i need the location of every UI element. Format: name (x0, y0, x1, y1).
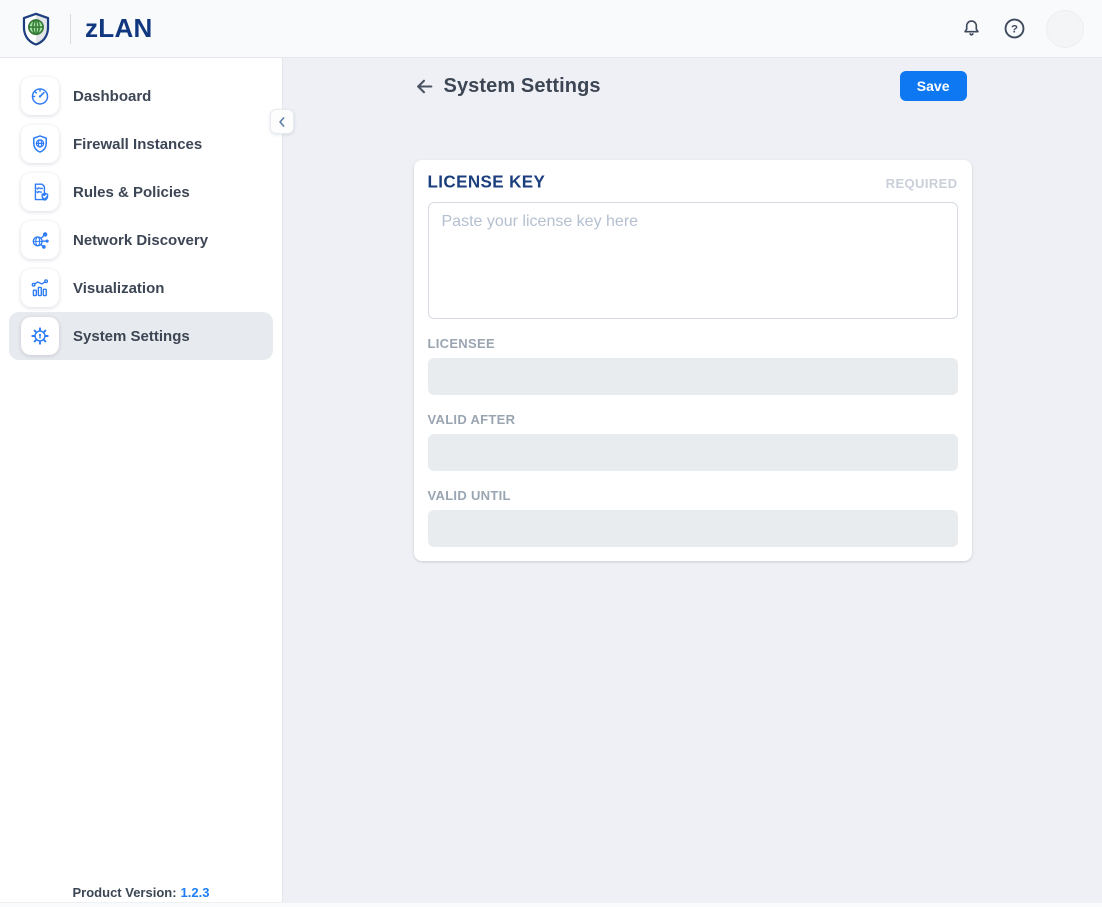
license-key-title: LICENSE KEY (428, 172, 546, 193)
logo-divider (70, 14, 71, 44)
save-button[interactable]: Save (900, 71, 967, 101)
sidebar-item-visualization[interactable]: Visualization (9, 264, 273, 312)
product-version-value: 1.2.3 (181, 885, 210, 900)
sidebar-item-rules-policies[interactable]: Rules & Policies (9, 168, 273, 216)
sidebar-item-label: Visualization (73, 280, 164, 297)
bar-line-chart-icon (21, 269, 59, 307)
sidebar-item-label: Dashboard (73, 88, 151, 105)
sidebar-item-label: System Settings (73, 328, 190, 345)
shield-globe-icon (21, 125, 59, 163)
valid-after-field-group: VALID AFTER (428, 412, 958, 471)
valid-after-input (428, 434, 958, 471)
product-version-label: Product Version: (73, 885, 177, 900)
license-key-textarea[interactable] (428, 202, 958, 319)
valid-until-input (428, 510, 958, 547)
sidebar-item-dashboard[interactable]: Dashboard (9, 72, 273, 120)
gauge-icon (21, 77, 59, 115)
sidebar: Dashboard Firewall Instances (0, 58, 283, 907)
page-title: System Settings (444, 75, 601, 98)
svg-text:?: ? (1011, 23, 1018, 35)
horizontal-scrollbar-track[interactable] (0, 902, 1102, 907)
sidebar-item-network-discovery[interactable]: Network Discovery (9, 216, 273, 264)
user-avatar[interactable] (1046, 10, 1084, 48)
chevron-left-icon (274, 114, 290, 130)
bell-icon[interactable] (960, 17, 983, 40)
valid-until-field-group: VALID UNTIL (428, 488, 958, 547)
sidebar-item-label: Firewall Instances (73, 136, 202, 153)
shield-globe-logo-icon (16, 8, 56, 50)
back-button[interactable] (414, 76, 435, 97)
sidebar-item-label: Network Discovery (73, 232, 208, 249)
product-version: Product Version: 1.2.3 (0, 885, 282, 900)
licensee-label: LICENSEE (428, 336, 958, 351)
license-key-card: LICENSE KEY REQUIRED LICENSEE VALID AFTE… (414, 160, 972, 561)
top-header: zLAN ? (0, 0, 1102, 58)
gear-icon (21, 317, 59, 355)
valid-after-label: VALID AFTER (428, 412, 958, 427)
sidebar-item-label: Rules & Policies (73, 184, 190, 201)
sidebar-item-system-settings[interactable]: System Settings (9, 312, 273, 360)
licensee-input (428, 358, 958, 395)
licensee-field-group: LICENSEE (428, 336, 958, 395)
valid-until-label: VALID UNTIL (428, 488, 958, 503)
arrow-left-icon (414, 76, 435, 97)
help-icon[interactable]: ? (1002, 16, 1027, 41)
sidebar-collapse-button[interactable] (270, 109, 294, 134)
checklist-shield-icon (21, 173, 59, 211)
sidebar-item-firewall-instances[interactable]: Firewall Instances (9, 120, 273, 168)
required-badge: REQUIRED (886, 176, 958, 191)
globe-network-icon (21, 221, 59, 259)
brand-title: zLAN (85, 13, 153, 44)
main-content: System Settings Save LICENSE KEY REQUIRE… (283, 58, 1102, 907)
